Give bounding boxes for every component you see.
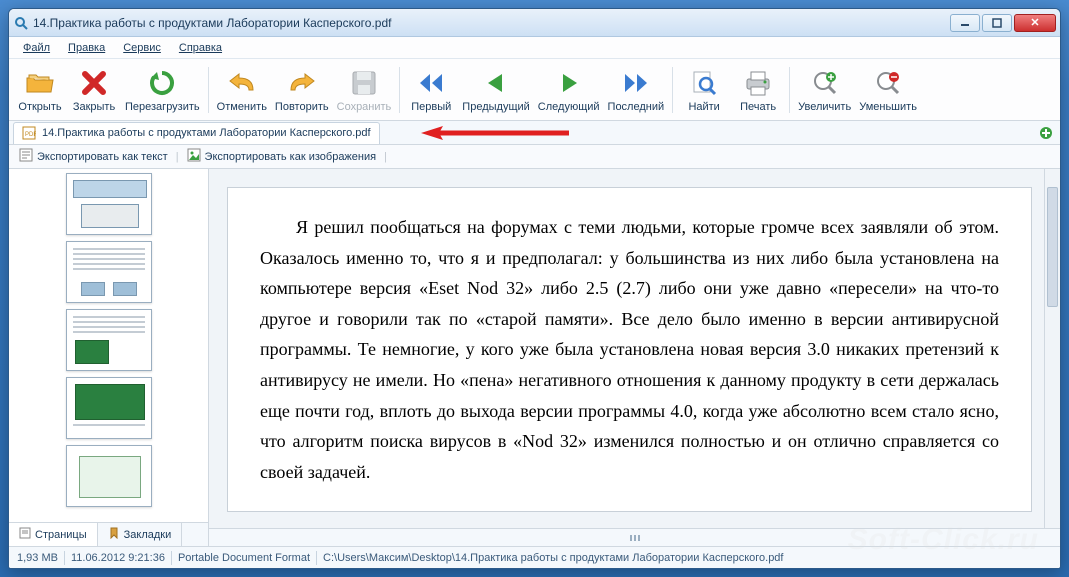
- page-thumbnail[interactable]: [66, 309, 152, 371]
- document-view: Я решил пообщаться на форумах с теми люд…: [209, 169, 1060, 546]
- status-date: 11.06.2012 9:21:36: [71, 552, 165, 564]
- export-bar: Экспортировать как текст | Экспортироват…: [9, 145, 1060, 169]
- export-images-button[interactable]: Экспортировать как изображения: [183, 146, 381, 167]
- save-button: Сохранить: [333, 61, 396, 119]
- menu-service[interactable]: Сервис: [115, 40, 169, 56]
- export-text-icon: [19, 148, 33, 165]
- menu-help[interactable]: Справка: [171, 40, 230, 56]
- last-page-button[interactable]: Последний: [604, 61, 669, 119]
- document-canvas[interactable]: Я решил пообщаться на форумах с теми люд…: [209, 169, 1060, 528]
- first-icon: [415, 67, 447, 99]
- first-page-button[interactable]: Первый: [404, 61, 458, 119]
- find-button[interactable]: Найти: [677, 61, 731, 119]
- thumbnail-panel[interactable]: [9, 169, 208, 522]
- resize-grip-icon: [620, 534, 650, 542]
- page-body-text: Я решил пообщаться на форумах с теми люд…: [227, 187, 1032, 512]
- document-tab-label: 14.Практика работы с продуктами Лаборато…: [42, 127, 371, 139]
- svg-text:PDF: PDF: [25, 132, 36, 138]
- menubar: Файл Правка Сервис Справка: [9, 37, 1060, 59]
- undo-button[interactable]: Отменить: [213, 61, 271, 119]
- close-file-button[interactable]: Закрыть: [67, 61, 121, 119]
- sidebar-tabs: Страницы Закладки: [9, 522, 208, 546]
- redo-icon: [286, 67, 318, 99]
- horizontal-scrollbar[interactable]: [209, 528, 1060, 546]
- minimize-button[interactable]: [950, 14, 980, 32]
- prev-page-button[interactable]: Предыдущий: [458, 61, 533, 119]
- toolbar-separator: [208, 67, 209, 113]
- reload-button[interactable]: Перезагрузить: [121, 61, 204, 119]
- x-red-icon: [78, 67, 110, 99]
- export-text-button[interactable]: Экспортировать как текст: [15, 146, 172, 167]
- page-thumbnail[interactable]: [66, 445, 152, 507]
- status-format: Portable Document Format: [178, 552, 310, 564]
- maximize-button[interactable]: [982, 14, 1012, 32]
- document-tabstrip: PDF 14.Практика работы с продуктами Лабо…: [9, 121, 1060, 145]
- sidebar-tab-pages[interactable]: Страницы: [9, 523, 98, 546]
- status-filesize: 1,93 MB: [17, 552, 58, 564]
- menu-file[interactable]: Файл: [15, 40, 58, 56]
- reload-icon: [146, 67, 178, 99]
- next-icon: [553, 67, 585, 99]
- zoom-out-icon: [872, 67, 904, 99]
- prev-icon: [480, 67, 512, 99]
- pages-icon: [19, 527, 31, 542]
- document-tab[interactable]: PDF 14.Практика работы с продуктами Лабо…: [13, 122, 380, 144]
- titlebar[interactable]: 14.Практика работы с продуктами Лаборато…: [9, 9, 1060, 37]
- sidebar: Страницы Закладки: [9, 169, 209, 546]
- export-images-icon: [187, 148, 201, 165]
- zoom-out-button[interactable]: Уменьшить: [855, 61, 921, 119]
- next-page-button[interactable]: Следующий: [534, 61, 604, 119]
- toolbar-separator: [672, 67, 673, 113]
- print-button[interactable]: Печать: [731, 61, 785, 119]
- zoom-in-button[interactable]: Увеличить: [794, 61, 855, 119]
- toolbar-separator: [789, 67, 790, 113]
- save-icon: [348, 67, 380, 99]
- vertical-scrollbar[interactable]: [1044, 169, 1060, 528]
- app-window: 14.Практика работы с продуктами Лаборато…: [8, 8, 1061, 569]
- last-icon: [620, 67, 652, 99]
- page-thumbnail[interactable]: [66, 377, 152, 439]
- status-path: C:\Users\Максим\Desktop\14.Практика рабо…: [323, 552, 783, 564]
- search-icon: [688, 67, 720, 99]
- pdf-icon: PDF: [22, 126, 36, 140]
- statusbar: 1,93 MB 11.06.2012 9:21:36 Portable Docu…: [9, 546, 1060, 568]
- toolbar: Открыть Закрыть Перезагрузить Отменить П…: [9, 59, 1060, 121]
- app-icon: [13, 15, 29, 31]
- workspace: Страницы Закладки Я решил пообщаться на …: [9, 169, 1060, 546]
- sidebar-tab-bookmarks[interactable]: Закладки: [98, 523, 183, 546]
- page-thumbnail[interactable]: [66, 241, 152, 303]
- folder-open-icon: [24, 67, 56, 99]
- scrollbar-thumb[interactable]: [1047, 187, 1058, 307]
- bookmark-icon: [108, 527, 120, 542]
- menu-edit[interactable]: Правка: [60, 40, 113, 56]
- redo-button[interactable]: Повторить: [271, 61, 333, 119]
- page-thumbnail[interactable]: [66, 173, 152, 235]
- undo-icon: [226, 67, 258, 99]
- zoom-in-icon: [809, 67, 841, 99]
- open-button[interactable]: Открыть: [13, 61, 67, 119]
- annotation-arrow-icon: [419, 125, 569, 143]
- window-title: 14.Практика работы с продуктами Лаборато…: [33, 16, 950, 30]
- print-icon: [742, 67, 774, 99]
- toolbar-separator: [399, 67, 400, 113]
- close-button[interactable]: ✕: [1014, 14, 1056, 32]
- new-tab-button[interactable]: [1038, 125, 1054, 141]
